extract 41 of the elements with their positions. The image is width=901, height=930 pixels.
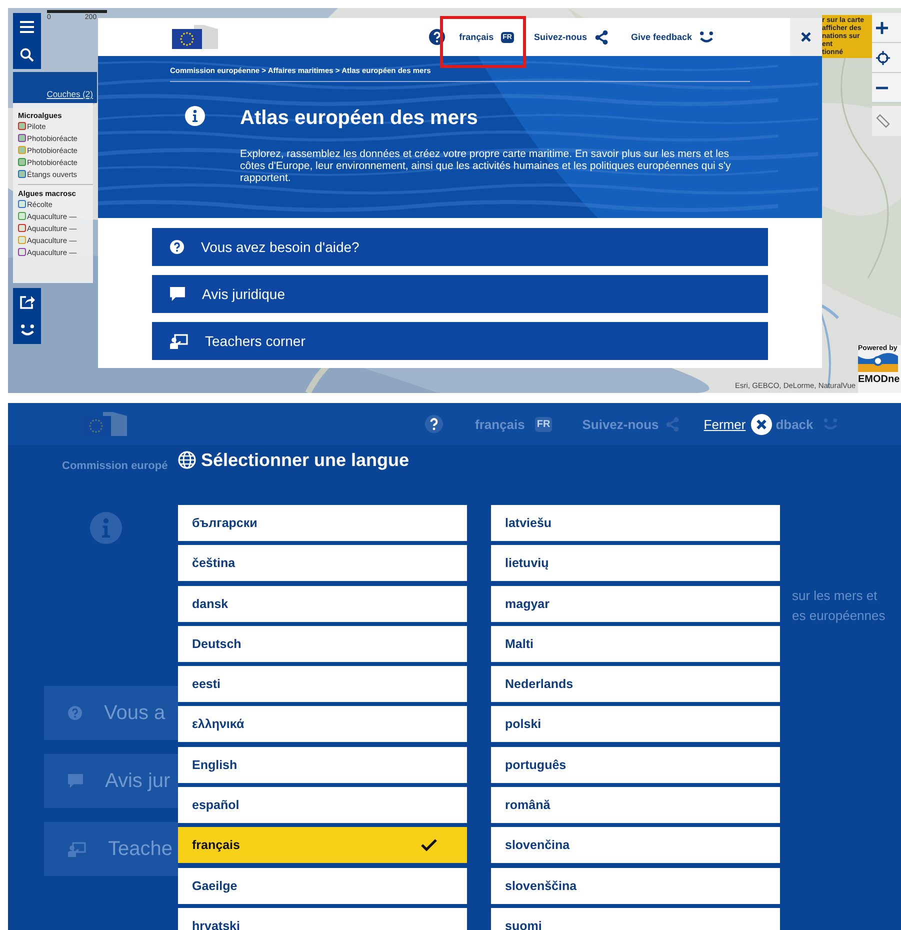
language-option[interactable]: dansk: [178, 586, 467, 622]
language-option[interactable]: français: [178, 827, 467, 864]
language-option[interactable]: română: [491, 787, 780, 824]
smiley-icon: [823, 418, 838, 430]
close-icon[interactable]: [750, 412, 773, 436]
description-text: es européennes: [792, 607, 886, 625]
language-option[interactable]: eesti: [178, 666, 467, 702]
check-icon: [421, 839, 437, 852]
language-option[interactable]: slovenčina: [491, 827, 780, 864]
help-icon[interactable]: [425, 415, 443, 433]
language-option[interactable]: latviešu: [491, 505, 780, 541]
speech-bubble-icon: [68, 774, 83, 788]
share-icon: [664, 416, 680, 432]
language-option[interactable]: ελληνικά: [178, 706, 467, 742]
feedback-label: dback: [776, 416, 814, 432]
language-option[interactable]: lietuvių: [491, 545, 780, 582]
globe-icon: [178, 451, 196, 469]
menu-link-button: Vous a: [44, 686, 178, 740]
language-option[interactable]: español: [178, 787, 467, 824]
info-icon: [90, 512, 122, 544]
follow-label: Suivez-nous: [582, 416, 659, 432]
language-option[interactable]: magyar: [491, 586, 780, 622]
dialog-title: Sélectionner une langue: [201, 450, 410, 470]
language-option[interactable]: Gaeilge: [178, 868, 467, 904]
language-option[interactable]: български: [178, 505, 467, 541]
language-option[interactable]: slovenščina: [491, 868, 780, 904]
language-option[interactable]: português: [491, 746, 780, 783]
language-option[interactable]: hrvatski: [178, 908, 467, 930]
language-option[interactable]: Malti: [491, 626, 780, 662]
language-label: français: [475, 416, 525, 432]
teacher-board-icon: [68, 842, 86, 856]
language-option[interactable]: polski: [491, 706, 780, 742]
language-code-badge: FR: [534, 416, 552, 432]
language-option[interactable]: English: [178, 746, 467, 783]
language-option[interactable]: Deutsch: [178, 626, 467, 662]
description-text: sur les mers et: [792, 587, 878, 605]
breadcrumb: Commission europé: [62, 460, 168, 472]
language-option[interactable]: Nederlands: [491, 666, 780, 702]
close-link[interactable]: Fermer: [704, 416, 746, 432]
language-option[interactable]: čeština: [178, 545, 467, 582]
language-option[interactable]: suomi: [491, 908, 780, 930]
